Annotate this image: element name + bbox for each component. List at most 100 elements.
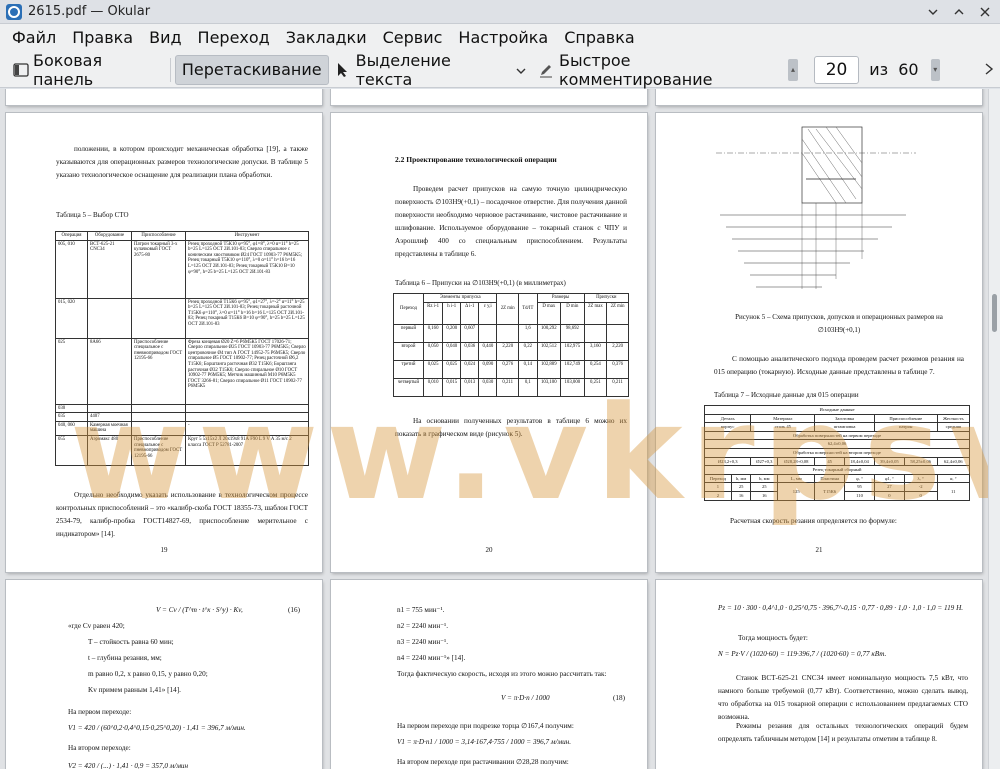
table-cell [131, 297, 186, 339]
page-21-table-caption: Таблица 7 – Исходные данные для 015 опер… [714, 391, 859, 399]
page-22: V = Cv / (T^m · t^x · S^y) · Kv, (16) «г… [6, 580, 322, 769]
table-cell: 0,030 [478, 377, 498, 397]
menu-settings[interactable]: Настройка [450, 24, 556, 52]
page-24-line: Станок ВСТ-625-21 CNC34 имеет номинальну… [718, 674, 968, 721]
table-cell: Ø28,28+0,08 [777, 456, 816, 467]
table-cell: третий [393, 359, 424, 379]
table-subheader: 2Z min [606, 301, 629, 325]
vertical-scrollbar[interactable] [988, 89, 1000, 769]
page-21: Рисунок 5 – Схема припусков, допусков и … [656, 113, 982, 572]
page-17-bottom [331, 89, 647, 105]
scrollbar-thumb[interactable] [992, 294, 997, 332]
table-subheader: ε y,i [478, 301, 498, 325]
window-title: 2615.pdf — Okular [28, 4, 151, 19]
page-24-line: Тогда мощность будет: [738, 634, 808, 642]
quick-comment-button[interactable]: Быстрое комментирование [532, 51, 782, 89]
table-cell: 18,4±0,04 [844, 456, 875, 467]
page-22-line: V1 = 420 / (60^0,2·0,4^0,15·0,25^0,20) ·… [68, 724, 246, 732]
table-header: h, мм [730, 473, 752, 484]
table-cell: 0,040 [442, 341, 462, 361]
page-19-table-caption: Таблица 5 – Выбор СТО [56, 211, 129, 219]
page-24-line: Pz = 10 · 300 · 0,4^1,0 · 0,25^0,75 · 39… [718, 604, 964, 612]
expand-right-icon [984, 60, 994, 79]
table-cell: 0,22 [518, 341, 538, 361]
page-number-input[interactable]: 20 [813, 55, 860, 84]
maximize-icon[interactable] [948, 2, 970, 22]
table-cell: 055 [55, 434, 88, 466]
table-row: Ø23,2+0,3 Ø27+0,3 Ø28,28+0,08 45 18,4±0,… [703, 456, 971, 467]
mode-dropdown-button[interactable] [510, 55, 532, 85]
table-header: α, ° [936, 473, 971, 484]
table-cell: 8А66 [87, 337, 132, 405]
table-cell: 95 [844, 482, 875, 492]
page-19-paragraph-1: положении, в котором происходит механиче… [56, 145, 308, 179]
page-20-table-caption: Таблица 6 – Припуски на ∅103H9(+0,1) (в … [395, 279, 566, 287]
page-21-number: 21 [815, 546, 823, 554]
menu-edit[interactable]: Правка [64, 24, 141, 52]
page-21-paragraph-2: Расчетная скорость резания определяется … [730, 517, 897, 525]
drag-mode-label: Перетаскивание [181, 60, 322, 79]
table-cell: 45 [814, 456, 846, 467]
page-19-paragraph-2: Отдельно необходимо указать использовани… [56, 491, 308, 538]
table-subheader: D max [536, 301, 562, 325]
menu-go[interactable]: Переход [190, 24, 278, 52]
page-21-figure-caption: Рисунок 5 – Схема припусков, допусков и … [735, 313, 943, 334]
drag-mode-button[interactable]: Перетаскивание [174, 54, 329, 85]
table-cell: Приспособление специальное с пневмоприво… [131, 434, 186, 466]
table-cell: 0,036 [460, 341, 480, 361]
table-row: 030 [55, 403, 309, 414]
table-row: первый 0,160 0,200 0,607 1,6 100,292 98,… [393, 323, 629, 343]
menu-view[interactable]: Вид [141, 24, 189, 52]
table-cell: Фреза концевая Ø20 Z=6 Р6М5К5 ГОСТ 17026… [185, 337, 309, 405]
table-cell: 0,024 [460, 359, 480, 379]
close-icon[interactable] [974, 2, 996, 22]
table-header: Приспособление [131, 231, 186, 241]
page-24: Pz = 10 · 300 · 0,4^1,0 · 0,25^0,75 · 39… [656, 580, 982, 769]
text-select-button[interactable]: Выделение текста [329, 51, 510, 89]
table-header: Заготовка [814, 413, 875, 424]
table-cell [87, 297, 132, 339]
table-header: 2Z min [496, 293, 520, 325]
page-22-formula-number: (16) [288, 606, 300, 614]
document-viewport[interactable]: положении, в котором происходит механиче… [0, 89, 988, 769]
minimize-icon[interactable] [922, 2, 944, 22]
menu-bookmarks[interactable]: Закладки [278, 24, 375, 52]
page-22-line: T – стойкость равна 60 мин; [88, 638, 174, 646]
table-cell: 62,4±0,06 [936, 456, 971, 467]
table-cell: патрон [873, 422, 938, 432]
table-cell: 16 [730, 490, 752, 501]
table-cell: 103,000 [560, 377, 585, 397]
table-cell: второй [393, 341, 424, 361]
table-cell: 0,251 [583, 377, 608, 397]
sidebar-button[interactable]: Боковая панель [6, 51, 166, 89]
previous-page-icon[interactable]: ▴ [788, 58, 798, 81]
more-toolbar-button[interactable] [978, 55, 1000, 85]
page-total-label: 60 [898, 60, 919, 79]
menu-tools[interactable]: Сервис [375, 24, 451, 52]
table-cell: 0,440 [478, 341, 498, 361]
page-23-line: n4 = 2240 мин⁻¹» [14]. [397, 654, 466, 662]
table-cell: 0,025 [422, 359, 444, 379]
page-22-line: m равно 0,2, x равно 0,15, y равно 0,20; [88, 670, 208, 678]
table-cell: 125 [777, 482, 816, 501]
page-of-label: из [869, 60, 889, 79]
page-23-formula-number: (18) [613, 694, 625, 702]
menu-file[interactable]: Файл [4, 24, 64, 52]
table-cell: 040, 060 [55, 420, 88, 436]
page-20-heading: 2.2 Проектирование технологической опера… [395, 155, 557, 164]
next-page-icon[interactable]: ▾ [930, 58, 940, 81]
table-cell [131, 412, 186, 422]
table-cell: 0,211 [496, 377, 520, 397]
table-subheader: 2Z max [583, 301, 608, 325]
table-cell [185, 412, 309, 422]
page-20-paragraph-1: Проведем расчет припусков на самую точну… [395, 185, 627, 258]
menu-help[interactable]: Справка [556, 24, 643, 52]
page-22-line: «где Cv равен 420; [68, 622, 125, 630]
table-cell: ВСТ-625-21 CNC34 [87, 239, 132, 299]
page-20-paragraph-2: На основании полученных результатов в та… [395, 417, 627, 438]
table-cell: 025 [55, 337, 88, 405]
page-20: 2.2 Проектирование технологической опера… [331, 113, 647, 572]
page-22-line: t – глубина резания, мм; [88, 654, 162, 662]
table-row: корпус сталь 45 штамповка патрон средняя [703, 422, 971, 432]
page-18-bottom [656, 89, 982, 105]
